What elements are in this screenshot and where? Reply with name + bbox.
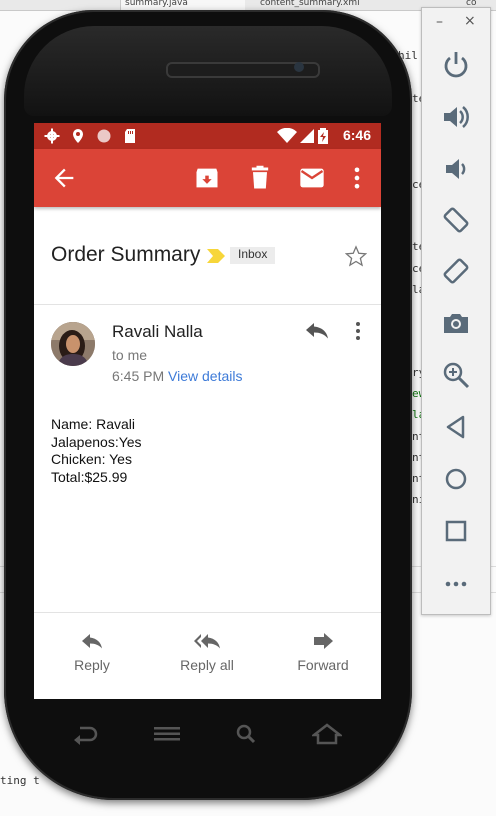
- reply-icon: [82, 634, 102, 649]
- sender-avatar[interactable]: [51, 322, 95, 366]
- reply-button[interactable]: Reply: [37, 631, 147, 673]
- arrow-back-icon[interactable]: [50, 164, 78, 192]
- volume-down-icon[interactable]: [441, 154, 471, 184]
- subject-row: Order Summary Inbox: [34, 213, 381, 303]
- emulator-close-button[interactable]: ×: [464, 13, 476, 29]
- importance-marker-icon[interactable]: [206, 248, 226, 264]
- body-line: Total:$25.99: [51, 468, 128, 485]
- home-key-icon[interactable]: [312, 722, 342, 746]
- status-time: 6:46: [342, 127, 371, 143]
- recipient-line[interactable]: to me: [112, 347, 147, 363]
- inbox-label-chip[interactable]: Inbox: [230, 247, 276, 264]
- emulator-minimize-button[interactable]: –: [436, 14, 443, 30]
- nav-back-icon[interactable]: [441, 412, 471, 442]
- star-icon[interactable]: [345, 245, 367, 267]
- reply-all-button[interactable]: Reply all: [152, 631, 262, 673]
- avatar-photo: [51, 322, 95, 366]
- reply-all-icon: [194, 634, 220, 649]
- camera-screenshot-icon[interactable]: [441, 308, 471, 338]
- ide-tab-content-summary[interactable]: content_summary.xml: [256, 0, 430, 10]
- search-key-icon[interactable]: [232, 722, 262, 746]
- volume-up-icon[interactable]: [441, 102, 471, 132]
- email-subject: Order Summary: [51, 243, 201, 266]
- data-saver-icon: [97, 129, 111, 143]
- message-more-vert-icon[interactable]: [352, 321, 364, 341]
- body-line: Name: Ravali: [51, 416, 136, 432]
- forward-icon: [314, 633, 333, 649]
- signal-icon: [300, 129, 314, 143]
- message-actions: Reply Reply all Forward: [34, 613, 381, 699]
- ide-tab-summary-java[interactable]: summary.java: [120, 0, 245, 10]
- wifi-icon: [277, 128, 297, 143]
- email-body: Name: Ravali Jalapenos:Yes Chicken: Yes …: [51, 416, 142, 486]
- mail-icon[interactable]: [298, 164, 326, 192]
- archive-icon[interactable]: [193, 164, 221, 192]
- reply-label: Reply: [74, 657, 110, 673]
- nav-overview-icon[interactable]: [441, 516, 471, 546]
- more-vert-icon[interactable]: [343, 164, 371, 192]
- more-horiz-icon[interactable]: [441, 569, 471, 599]
- reply-all-label: Reply all: [180, 657, 234, 673]
- emulator-window-controls: – ×: [422, 8, 490, 42]
- sent-time: 6:45 PM: [112, 368, 165, 384]
- forward-button[interactable]: Forward: [268, 631, 378, 673]
- phone-camera: [294, 62, 304, 72]
- body-line: Jalapenos:Yes: [51, 433, 142, 450]
- view-details-link[interactable]: View details: [168, 368, 242, 384]
- app-bar: [34, 149, 381, 207]
- ide-code-fragment: ting t: [0, 774, 40, 787]
- battery-charging-icon: [318, 128, 328, 144]
- reply-icon[interactable]: [304, 319, 330, 341]
- menu-key-icon[interactable]: [152, 722, 182, 746]
- header-divider: [34, 304, 381, 305]
- trash-icon[interactable]: [246, 164, 274, 192]
- sent-time-line: 6:45 PM View details: [112, 368, 242, 384]
- power-icon[interactable]: [441, 50, 471, 80]
- emulator-toolbar: – ×: [421, 7, 491, 615]
- body-line: Chicken: Yes: [51, 451, 132, 467]
- zoom-icon[interactable]: [441, 360, 471, 390]
- sender-name: Ravali Nalla: [112, 322, 203, 341]
- rotate-right-icon[interactable]: [441, 256, 471, 286]
- status-bar: 6:46: [34, 123, 381, 149]
- back-key-icon[interactable]: [70, 722, 100, 746]
- phone-screen: 6:46 Order Summary Inbox Ravali Nalla to…: [34, 123, 381, 699]
- location-icon: [73, 129, 83, 143]
- nav-home-icon[interactable]: [441, 464, 471, 494]
- sd-card-icon: [125, 129, 135, 143]
- settings-icon: [44, 128, 60, 144]
- rotate-left-icon[interactable]: [441, 205, 471, 235]
- forward-label: Forward: [297, 657, 349, 673]
